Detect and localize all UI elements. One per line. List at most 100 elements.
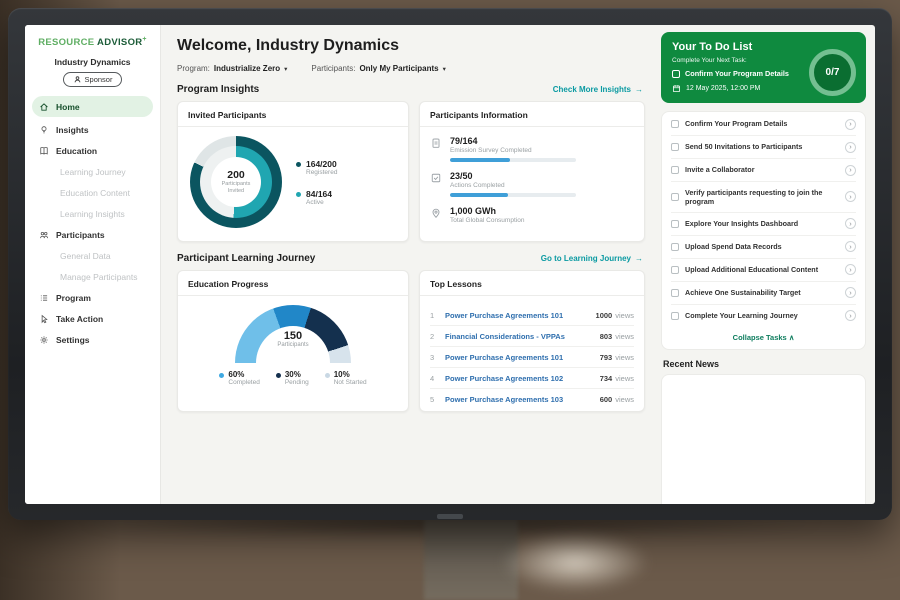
todo-summary-card: Your To Do List Complete Your Next Task:… [661,32,866,103]
stat-value: 23/50 [450,171,576,181]
collapse-tasks-link[interactable]: Collapse Tasks ∧ [671,327,856,349]
people-icon [39,230,49,240]
legend-item-registered: 164/200 Registered [296,159,337,176]
stat-value: 1,000 GWh [450,206,524,216]
legend-item-completed: 60% Completed [219,370,259,386]
checkbox[interactable] [671,143,679,151]
lesson-link[interactable]: Power Purchase Agreements 101 [445,311,589,320]
sidebar-item-participants[interactable]: Participants [25,224,160,245]
sidebar-item-settings[interactable]: Settings [25,329,160,350]
progress-fill [450,193,508,197]
sponsor-badge: Sponsor [63,72,123,87]
legend-item-not-started: 10% Not Started [325,370,367,386]
legend-dot [296,192,301,197]
chevron-right-icon[interactable]: › [845,191,856,202]
donut-legend: 164/200 Registered 84/164 Active [296,159,337,206]
task-row: Invite a Collaborator › [671,159,856,182]
task-row: Explore Your Insights Dashboard › [671,213,856,236]
program-dropdown[interactable]: Program: Industrialize Zero ▾ [177,64,287,73]
donut-center-label: Participants Invited [215,181,257,195]
lesson-link[interactable]: Power Purchase Agreements 103 [445,395,593,404]
todo-panel: Your To Do List Complete Your Next Task:… [657,25,875,504]
lesson-views-label: views [615,311,634,320]
donut-center-value: 200 [227,169,245,181]
sidebar-item-take-action[interactable]: Take Action [25,308,160,329]
program-value: Industrialize Zero [214,64,280,73]
monitor-stand-mount [437,514,463,519]
checkbox[interactable] [671,220,679,228]
hand-pointer-icon [39,314,49,324]
sidebar-item-general-data[interactable]: General Data [25,245,160,266]
calendar-icon [672,84,681,93]
lesson-views: 803 [600,332,613,341]
chevron-right-icon[interactable]: › [845,241,856,252]
chevron-right-icon[interactable]: › [845,287,856,298]
sidebar-item-insights[interactable]: Insights [25,119,160,140]
go-to-learning-journey-link[interactable]: Go to Learning Journey → [541,254,643,263]
todo-due-label: 12 May 2025, 12:00 PM [686,85,760,92]
chevron-right-icon[interactable]: › [845,165,856,176]
recent-news-card [661,374,866,504]
lesson-rank: 5 [430,395,438,404]
task-row: Send 50 Invitations to Participants › [671,136,856,159]
lesson-rank: 4 [430,374,438,383]
legend-dot [325,373,330,378]
sidebar-item-education-content[interactable]: Education Content [25,182,160,203]
list-icon [39,293,49,303]
chevron-right-icon[interactable]: › [845,264,856,275]
legend-dot [219,373,224,378]
checkbox[interactable] [671,166,679,174]
todo-next-task-label: Confirm Your Program Details [685,69,789,78]
participants-value: Only My Participants [359,64,438,73]
stat-emission-survey: 79/164 Emission Survey Completed [430,136,634,162]
checkbox[interactable] [672,70,680,78]
checkbox[interactable] [671,289,679,297]
checkbox[interactable] [671,312,679,320]
sidebar-item-education[interactable]: Education [25,140,160,161]
link-label: Go to Learning Journey [541,254,631,263]
home-icon [39,102,49,112]
legend-dot [296,162,301,167]
sidebar-item-learning-journey[interactable]: Learning Journey [25,161,160,182]
checkbox[interactable] [671,120,679,128]
stat-actions-completed: 23/50 Actions Completed [430,171,634,197]
chevron-right-icon[interactable]: › [845,218,856,229]
sidebar-item-home[interactable]: Home [32,96,153,117]
checkbox[interactable] [671,193,679,201]
chevron-right-icon[interactable]: › [845,142,856,153]
sidebar-item-label: Settings [56,335,90,345]
learning-journey-header: Participant Learning Journey Go to Learn… [177,253,643,264]
task-label: Invite a Collaborator [685,165,839,174]
person-icon [73,75,82,84]
task-label: Explore Your Insights Dashboard [685,219,839,228]
checkbox[interactable] [671,243,679,251]
lesson-link[interactable]: Power Purchase Agreements 102 [445,374,593,383]
lesson-views-label: views [615,374,634,383]
sidebar-item-learning-insights[interactable]: Learning Insights [25,203,160,224]
legend-label: Registered [306,169,337,176]
lesson-views-label: views [615,332,634,341]
invited-donut-chart: 200 Participants Invited [190,136,282,228]
chevron-right-icon[interactable]: › [845,310,856,321]
participants-dropdown[interactable]: Participants: Only My Participants ▾ [311,64,445,73]
sidebar-item-manage-participants[interactable]: Manage Participants [25,266,160,287]
chevron-right-icon[interactable]: › [845,119,856,130]
arrow-right-icon: → [635,85,643,94]
sidebar-item-label: Education Content [60,188,130,198]
lesson-link[interactable]: Financial Considerations - VPPAs [445,332,593,341]
education-progress-card: Education Progress 150 Participants [177,270,409,412]
progress-bar [450,193,576,197]
lesson-link[interactable]: Power Purchase Agreements 101 [445,353,593,362]
check-more-insights-link[interactable]: Check More Insights → [553,85,643,94]
program-insights-header: Program Insights Check More Insights → [177,84,643,95]
checkbox[interactable] [671,266,679,274]
sidebar: RESOURCE ADVISOR+ Industry Dynamics Spon… [25,25,161,504]
task-label: Upload Spend Data Records [685,242,839,251]
chevron-down-icon: ▾ [284,65,287,73]
sidebar-item-program[interactable]: Program [25,287,160,308]
task-label: Verify participants requesting to join t… [685,188,839,207]
dashboard-screen: RESOURCE ADVISOR+ Industry Dynamics Spon… [25,25,875,504]
gauge-legend: 60% Completed 30% Pending [188,370,398,386]
task-label: Confirm Your Program Details [685,119,839,128]
todo-task-list: Confirm Your Program Details › Send 50 I… [661,111,866,350]
